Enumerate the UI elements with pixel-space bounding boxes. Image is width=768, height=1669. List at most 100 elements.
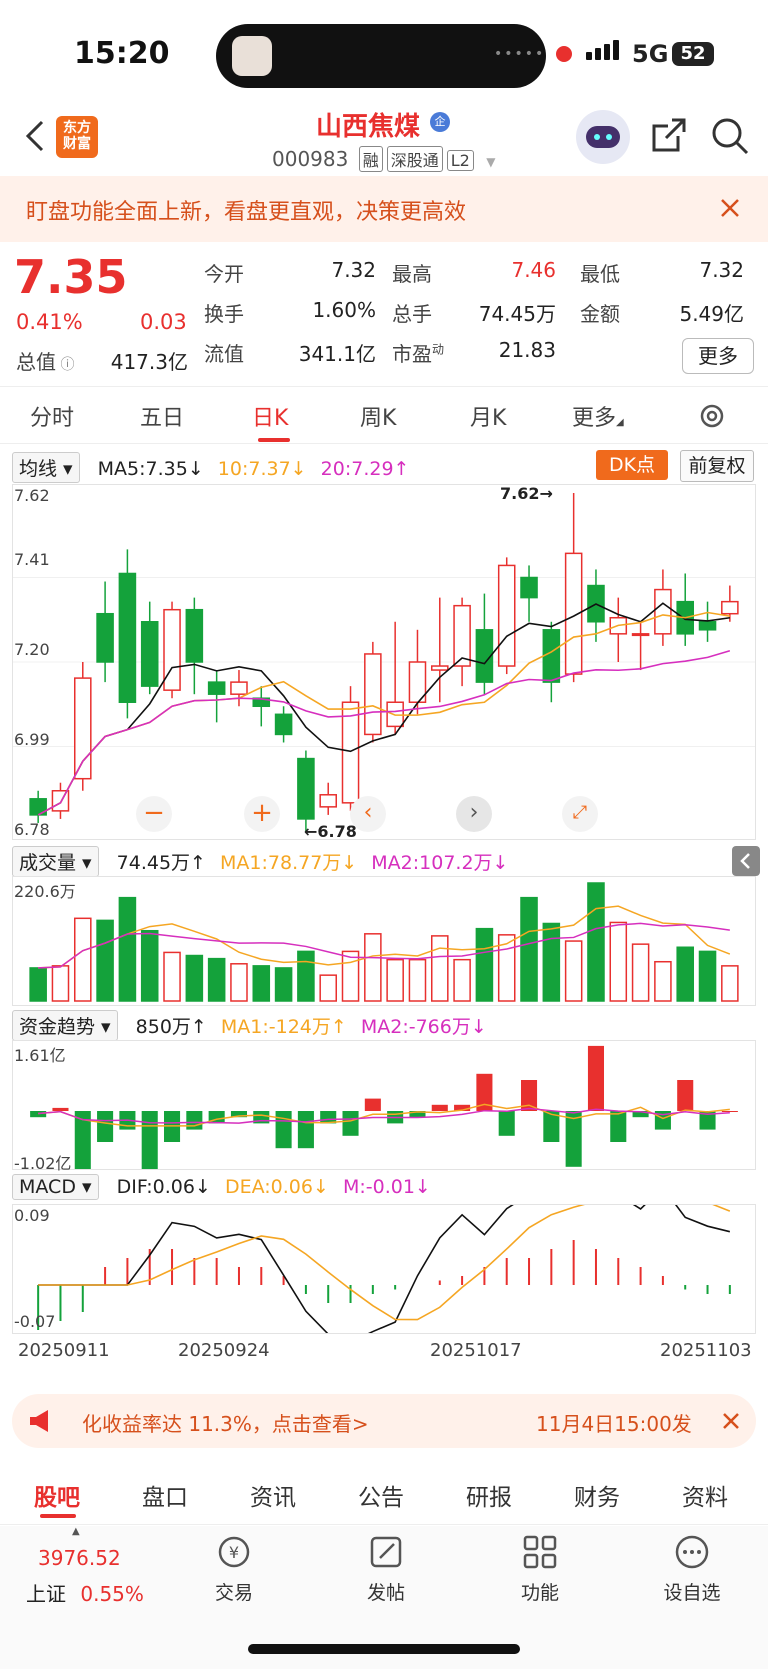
scroll-left-button[interactable]: ‹: [350, 796, 386, 832]
kline-chart[interactable]: [12, 484, 756, 840]
candle-body: [207, 681, 226, 695]
collapse-panel-icon[interactable]: [732, 846, 760, 876]
volume-chart[interactable]: [12, 876, 756, 1006]
nav-forum[interactable]: 股吧: [34, 1478, 80, 1512]
candle-body: [520, 576, 538, 599]
tab-monthly-k[interactable]: 月K: [470, 400, 506, 432]
volume-bar: [29, 967, 47, 1002]
zoom-out-button[interactable]: −: [136, 796, 172, 832]
gear-icon[interactable]: [696, 400, 728, 432]
scroll-right-button[interactable]: ›: [456, 796, 492, 832]
macd-chart[interactable]: [12, 1177, 756, 1344]
megaphone-icon: [30, 1410, 48, 1432]
tab-more[interactable]: 更多◢: [572, 400, 624, 432]
volume-bar: [319, 974, 338, 1002]
volume-ma2: MA2:107.2万↓: [371, 852, 509, 874]
tag-connect: 深股通: [386, 146, 443, 172]
close-icon[interactable]: [720, 198, 740, 218]
capital-bar: [610, 1111, 627, 1142]
search-icon[interactable]: [710, 116, 750, 156]
bottom-item-watchlist[interactable]: 设自选: [652, 1578, 732, 1605]
feature-banner[interactable]: 盯盘功能全面上新，看盘更直观，决策更高效: [0, 176, 768, 242]
candle-body: [118, 572, 137, 703]
capital-min-label: -1.02亿: [14, 1154, 72, 1173]
quote-value: 74.45万: [478, 302, 556, 326]
y-tick: 6.78: [14, 820, 50, 839]
bottom-item-post[interactable]: 发帖: [346, 1578, 426, 1605]
yuan-exchange-icon[interactable]: ¥: [216, 1534, 252, 1570]
capital-bar: [721, 1111, 738, 1112]
chevron-left-icon[interactable]: [22, 118, 46, 154]
candle-body: [721, 600, 739, 615]
share-icon[interactable]: [650, 116, 688, 154]
volume-bar: [542, 922, 561, 1002]
network-label: 5G: [632, 40, 669, 68]
caret-down-icon[interactable]: ▼: [486, 155, 495, 169]
capital-bar: [297, 1111, 314, 1149]
more-button[interactable]: 更多: [682, 338, 754, 374]
fullscreen-icon[interactable]: ⤢: [562, 796, 598, 832]
candle-body: [453, 604, 471, 667]
total-value-label: 总值 ⓘ: [16, 350, 75, 374]
dk-points-button[interactable]: DK点: [596, 450, 668, 480]
stock-name: 山西焦煤: [316, 112, 421, 142]
volume-bar: [430, 935, 449, 1002]
candle-body: [73, 677, 92, 780]
volume-bar: [564, 940, 583, 1002]
nav-underline: [40, 1514, 76, 1518]
volume-bar: [364, 933, 382, 1002]
volume-bar: [520, 896, 538, 1002]
grid-apps-icon[interactable]: [522, 1534, 558, 1570]
more-dots-icon[interactable]: [674, 1534, 710, 1570]
candle-body: [230, 681, 248, 695]
nav-order-book[interactable]: 盘口: [142, 1478, 188, 1512]
nav-news[interactable]: 资讯: [250, 1478, 296, 1512]
capital-ma1: MA1:-124万↑: [220, 1016, 347, 1038]
capital-bar: [141, 1111, 158, 1173]
nav-research[interactable]: 研报: [466, 1478, 512, 1512]
ma-dropdown[interactable]: 均线 ▾: [12, 452, 80, 483]
bottom-item-functions[interactable]: 功能: [500, 1578, 580, 1605]
ma5-value: MA5:7.35↓: [97, 458, 204, 480]
tab-daily-k[interactable]: 日K: [252, 400, 288, 432]
home-indicator: [248, 1644, 520, 1654]
close-icon[interactable]: [722, 1412, 740, 1430]
tab-intraday[interactable]: 分时: [30, 400, 74, 432]
volume-bar: [163, 951, 181, 1002]
svg-text:¥: ¥: [229, 1543, 239, 1562]
quote-value: 7.46: [511, 258, 556, 282]
change-pct: 0.41%: [16, 310, 83, 334]
volume-dropdown[interactable]: 成交量 ▾: [12, 846, 99, 877]
y-tick: 7.41: [14, 550, 50, 569]
quote-label: 总手: [392, 302, 432, 326]
index-value[interactable]: 3976.52: [38, 1546, 121, 1570]
nav-profile[interactable]: 资料: [682, 1478, 728, 1512]
volume-bar: [587, 882, 605, 1002]
index-row[interactable]: 上证 0.55%: [26, 1578, 144, 1607]
volume-bar: [676, 946, 695, 1002]
volume-bar: [453, 958, 471, 1002]
tab-weekly-k[interactable]: 周K: [360, 400, 396, 432]
capital-chart[interactable]: [12, 1040, 756, 1173]
candle-body: [341, 701, 360, 804]
change-value: 0.03: [140, 310, 187, 334]
zoom-in-button[interactable]: +: [244, 796, 280, 832]
capital-dropdown[interactable]: 资金趋势 ▾: [12, 1010, 118, 1041]
nav-finance[interactable]: 财务: [574, 1478, 620, 1512]
edit-post-icon[interactable]: [368, 1534, 404, 1570]
bottom-item-trade[interactable]: 交易: [194, 1578, 274, 1605]
adjust-button[interactable]: 前复权: [680, 450, 754, 482]
candle-body: [542, 629, 561, 683]
tab-five-day[interactable]: 五日: [140, 400, 184, 432]
candle-body: [140, 621, 159, 687]
volume-bar: [252, 965, 271, 1002]
promo-banner[interactable]: 化收益率达 11.3%，点击查看> 11月4日15:00发: [12, 1394, 756, 1448]
nav-announcements[interactable]: 公告: [358, 1478, 404, 1512]
volume-bar: [140, 929, 159, 1002]
volume-bar: [230, 963, 248, 1002]
capital-bar: [97, 1111, 114, 1142]
macd-dropdown[interactable]: MACD ▾: [12, 1174, 99, 1200]
volume-bar: [274, 967, 293, 1002]
capital-bar: [431, 1104, 448, 1111]
robot-assistant-icon[interactable]: [576, 110, 630, 164]
